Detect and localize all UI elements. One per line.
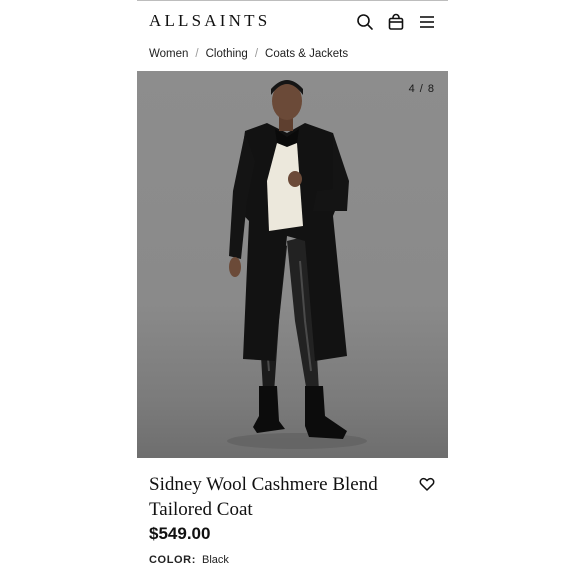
wishlist-heart-icon[interactable] (419, 476, 435, 492)
model-illustration (227, 80, 367, 449)
product-title: Sidney Wool Cashmere Blend Tailored Coat (149, 472, 409, 522)
site-header: ALLSAINTS (137, 8, 448, 36)
breadcrumb-separator: / (254, 48, 259, 60)
product-image[interactable]: 4 / 8 (137, 71, 448, 458)
product-price: $549.00 (149, 524, 211, 543)
color-value: Black (201, 554, 229, 566)
breadcrumb-clothing[interactable]: Clothing (206, 48, 248, 60)
color-selector: COLOR: Black (149, 554, 229, 566)
color-label: COLOR: (149, 554, 196, 566)
product-page: ALLSAINTS Women / Clothing / Coats & Jackets (137, 0, 448, 580)
breadcrumb-separator: / (195, 48, 199, 60)
search-icon[interactable] (356, 13, 374, 31)
breadcrumb-women[interactable]: Women (149, 48, 188, 60)
product-title-line1: Sidney Wool Cashmere Blend (149, 474, 378, 495)
menu-icon[interactable] (418, 13, 436, 31)
brand-logo[interactable]: ALLSAINTS (149, 11, 270, 31)
image-counter: 4 / 8 (408, 83, 435, 95)
breadcrumb-coats-jackets[interactable]: Coats & Jackets (265, 48, 348, 60)
breadcrumb: Women / Clothing / Coats & Jackets (149, 48, 348, 60)
product-title-line2: Tailored Coat (149, 499, 253, 520)
bag-icon[interactable] (387, 13, 405, 31)
